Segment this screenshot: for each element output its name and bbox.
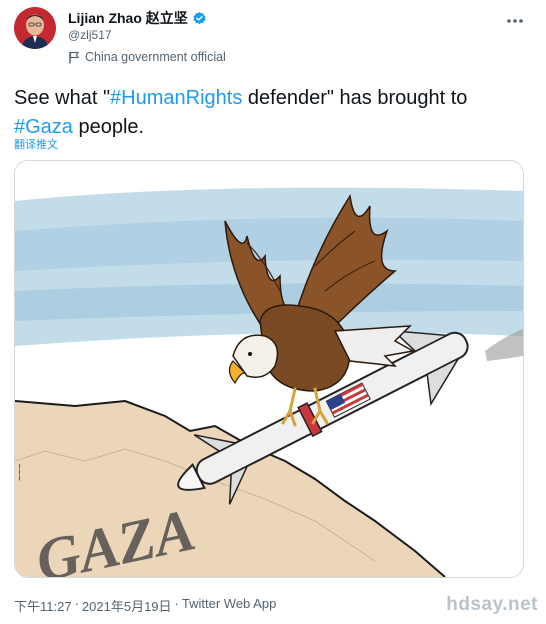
more-dots-icon[interactable] bbox=[506, 8, 524, 29]
tweet-text-part: defender" has brought to bbox=[242, 87, 468, 109]
artist-signature: ~~~ bbox=[15, 463, 26, 481]
tweet-date[interactable]: 2021年5月19日 bbox=[82, 596, 172, 615]
tweet-media-image[interactable]: GAZA ~~~ bbox=[14, 160, 524, 578]
account-label: China government official bbox=[68, 50, 226, 64]
tweet-text-part: people. bbox=[72, 116, 145, 138]
tweet: Lijian Zhao 赵立坚 @zlj517 China government… bbox=[0, 0, 546, 624]
verified-badge-icon bbox=[193, 11, 206, 24]
tweet-source[interactable]: Twitter Web App bbox=[182, 596, 276, 615]
tweet-time[interactable]: 下午11:27 bbox=[14, 596, 72, 615]
tweet-text: See what "#HumanRights defender" has bro… bbox=[14, 84, 524, 142]
translate-tweet-link[interactable]: 翻译推文 bbox=[14, 136, 58, 152]
display-name[interactable]: Lijian Zhao 赵立坚 bbox=[68, 8, 188, 28]
meta-separator: · bbox=[74, 596, 79, 611]
watermark: hdsay.net bbox=[446, 594, 538, 615]
account-label-text: China government official bbox=[85, 50, 226, 64]
hashtag-humanrights-link[interactable]: #HumanRights bbox=[110, 87, 242, 109]
author-name-row: Lijian Zhao 赵立坚 bbox=[68, 8, 207, 28]
flag-icon bbox=[69, 51, 80, 63]
meta-separator: · bbox=[174, 596, 179, 611]
tweet-text-part: See what " bbox=[14, 87, 111, 109]
tweet-meta: 下午11:27 · 2021年5月19日 · Twitter Web App bbox=[14, 596, 276, 615]
hashtag-gaza-link[interactable]: #Gaza bbox=[14, 116, 73, 138]
avatar[interactable] bbox=[14, 7, 56, 49]
author-handle[interactable]: @zlj517 bbox=[68, 28, 112, 42]
cartoon-illustration: GAZA ~~~ bbox=[15, 161, 523, 577]
